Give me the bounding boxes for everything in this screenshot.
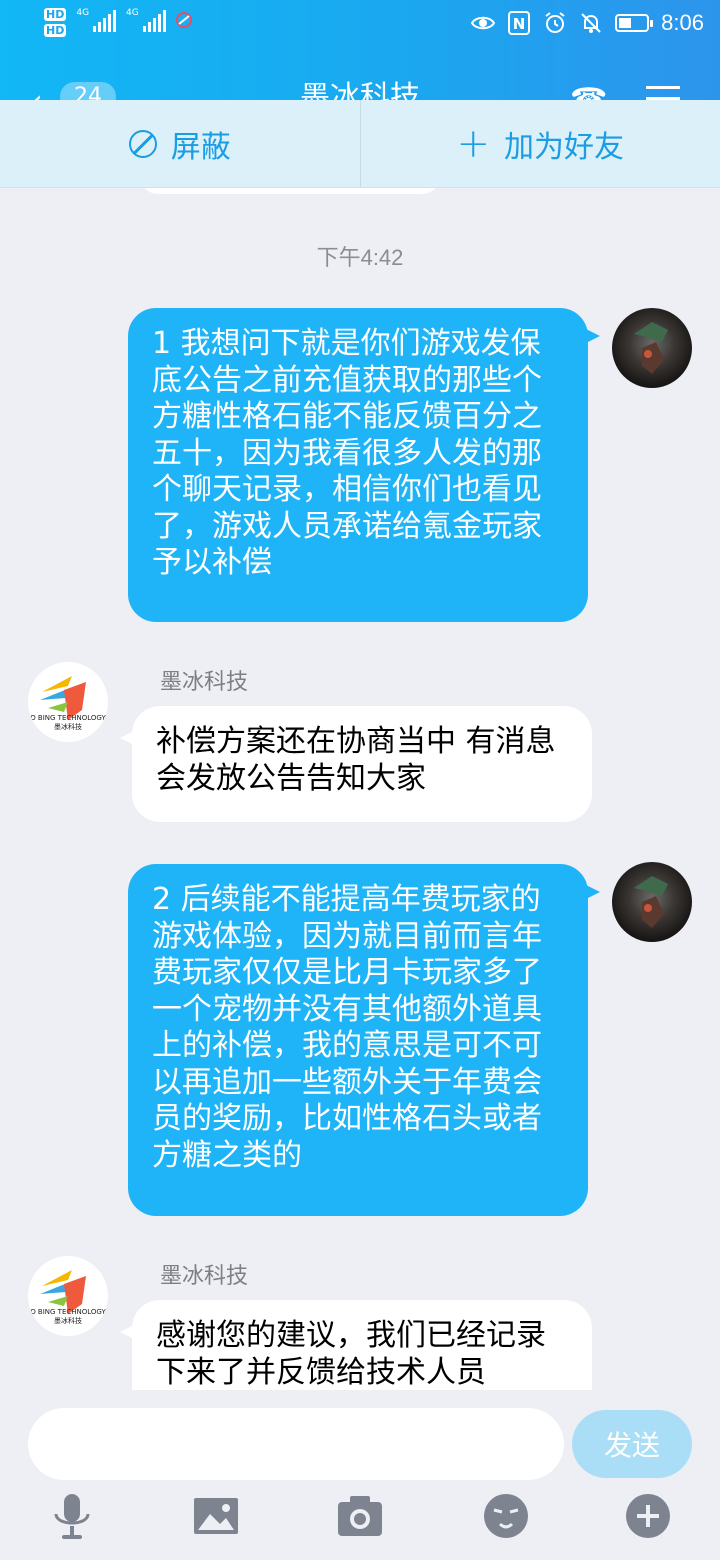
status-bar-right: N 8:06 <box>471 8 704 38</box>
status-time: 8:06 <box>661 10 704 35</box>
data-saver-icon <box>172 8 196 32</box>
block-label: 屏蔽 <box>170 129 231 165</box>
input-toolbar <box>0 1490 720 1550</box>
add-friend-button[interactable]: + 加为好友 <box>361 100 720 187</box>
emoji-icon[interactable] <box>480 1490 532 1542</box>
battery-icon <box>615 14 654 32</box>
title-row: 墨冰科技 ‹ 24 ☎ <box>0 72 720 100</box>
chat-area[interactable]: 下午4:42 1 我想问下就是你们游戏发保底公告之前充值获取的那些个方糖性格石能… <box>0 188 720 1390</box>
stranger-action-bar: 屏蔽 + 加为好友 <box>0 100 720 188</box>
nfc-icon: N <box>507 11 531 35</box>
signal-icon-2: 4G <box>126 8 166 32</box>
plus-icon: + <box>456 120 490 167</box>
hd-badge-2: HD <box>44 24 67 37</box>
incoming-message-bubble[interactable]: 补偿方案还在协商当中 有消息会发放公告告知大家 <box>120 706 592 822</box>
camera-icon[interactable] <box>334 1490 386 1542</box>
sender-name: 墨冰科技 <box>160 670 249 695</box>
top-bar: HD HD 4G 4G N 8:06 墨冰科技 ‹ <box>0 0 720 100</box>
back-arrow-icon[interactable]: ‹ <box>30 82 43 100</box>
user-avatar[interactable] <box>612 308 692 388</box>
outgoing-message-bubble[interactable]: 1 我想问下就是你们游戏发保底公告之前充值获取的那些个方糖性格石能不能反馈百分之… <box>128 308 600 622</box>
add-friend-label: 加为好友 <box>504 129 624 165</box>
network-type-2: 4G <box>126 8 139 18</box>
eye-icon <box>471 11 496 35</box>
block-button[interactable]: 屏蔽 <box>0 100 360 187</box>
corp-avatar[interactable]: O BING TECHNOLOGY 墨冰科技 <box>28 662 108 742</box>
nfc-label: N <box>513 15 526 33</box>
signal-icon-1: 4G <box>76 8 117 32</box>
phone-icon[interactable]: ☎ <box>570 82 607 100</box>
image-icon[interactable] <box>190 1490 242 1542</box>
status-bar-left: HD HD 4G 4G <box>44 8 196 37</box>
corp-avatar-text: O BING TECHNOLOGY 墨冰科技 <box>30 714 106 731</box>
unread-count-badge[interactable]: 24 <box>60 82 116 100</box>
mute-bell-icon <box>579 11 603 35</box>
plus-circle-icon[interactable] <box>622 1490 674 1542</box>
block-icon <box>128 129 157 158</box>
incoming-message-bubble[interactable]: 感谢您的建议，我们已经记录下来了并反馈给技术人员 <box>120 1300 592 1390</box>
alarm-icon <box>543 11 567 35</box>
network-type-1: 4G <box>76 8 90 18</box>
outgoing-message-bubble[interactable]: 2 后续能不能提高年费玩家的游戏体验，因为就目前而言年费玩家仅仅是比月卡玩家多了… <box>128 864 600 1216</box>
message-timestamp: 下午4:42 <box>316 245 404 270</box>
input-bar: 发送 <box>0 1390 720 1560</box>
microphone-icon[interactable] <box>46 1490 98 1542</box>
menu-icon[interactable] <box>646 86 680 100</box>
user-avatar[interactable] <box>612 862 692 942</box>
corp-avatar-text: O BING TECHNOLOGY 墨冰科技 <box>30 1308 106 1325</box>
sender-name: 墨冰科技 <box>160 1264 249 1289</box>
hd-badge-1: HD <box>44 8 67 21</box>
previous-message-bubble <box>140 188 440 194</box>
corp-avatar[interactable]: O BING TECHNOLOGY 墨冰科技 <box>28 1256 108 1336</box>
send-button[interactable]: 发送 <box>572 1410 692 1478</box>
message-input[interactable] <box>28 1408 564 1480</box>
